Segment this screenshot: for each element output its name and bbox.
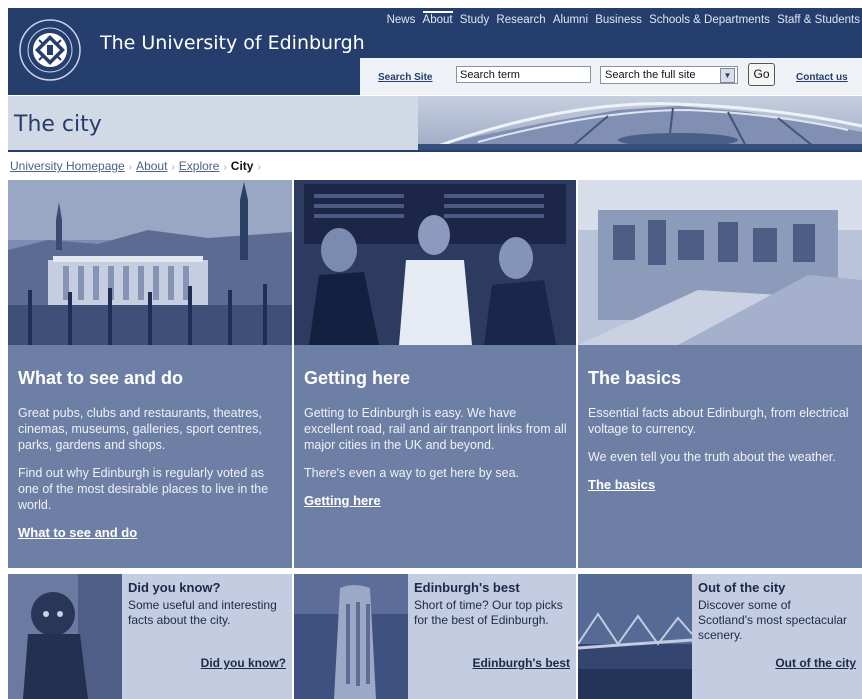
panel-paragraph: Great pubs, clubs and restaurants, theat… [18,406,262,452]
panel-paragraph: Essential facts about Edinburgh, from el… [588,406,849,436]
breadcrumb-current: City [230,159,254,173]
university-crest-icon[interactable] [18,18,82,82]
nav-news[interactable]: News [387,14,416,26]
did-you-know-link[interactable]: Did you know? [201,656,286,670]
panel-getting-here: Getting here Getting to Edinburgh is eas… [294,180,576,568]
chevron-down-icon[interactable]: ▼ [720,68,735,83]
breadcrumb: University Homepage › About › Explore › City › [10,159,265,173]
search-input[interactable] [456,66,591,83]
nav-staff-students[interactable]: Staff & Students [777,14,860,26]
tile-did-you-know: Did you know? Some useful and interestin… [8,574,292,699]
tile-description: Some useful and interesting facts about … [128,598,277,627]
panel-paragraph: We even tell you the truth about the wea… [588,450,836,464]
panel-title: What to see and do [18,368,184,388]
panel-title: The basics [588,368,682,388]
panel-title: Getting here [304,368,411,388]
nav-schools-departments[interactable]: Schools & Departments [649,14,770,26]
search-bar: Search Site Search the full site ▼ Go Co… [360,58,862,95]
nav-alumni[interactable]: Alumni [553,14,588,26]
city-skyline-photo[interactable] [8,180,292,345]
breadcrumb-separator: › [128,162,133,173]
page-title: The city [14,112,102,137]
breadcrumb-separator: › [171,162,175,173]
parliament-building-photo[interactable] [578,180,862,345]
what-to-see-link[interactable]: What to see and do [18,525,137,540]
nav-business[interactable]: Business [595,14,642,26]
greyfriars-bobby-photo[interactable] [8,574,122,699]
search-scope-select[interactable]: Search the full site ▼ [600,66,738,84]
panel-the-basics: The basics Essential facts about Edinbur… [578,180,862,568]
getting-here-link[interactable]: Getting here [304,493,381,508]
panel-body: Getting to Edinburgh is easy. We have ex… [304,405,568,509]
tile-description: Discover some of Scotland's most spectac… [698,598,848,642]
panel-body: Great pubs, clubs and restaurants, theat… [18,405,284,541]
top-navigation: News About Study Research Alumni Busines… [383,11,860,26]
breadcrumb-about[interactable]: About [136,159,167,173]
the-basics-link[interactable]: The basics [588,477,655,492]
tower-building-photo[interactable] [294,574,408,699]
breadcrumb-explore[interactable]: Explore [179,159,220,173]
tile-out-of-the-city: Out of the city Discover some of Scotlan… [578,574,862,699]
page-banner: The city [8,96,862,150]
site-header: The University of Edinburgh News About S… [8,8,862,95]
banner-image [418,96,862,150]
panel-body: Essential facts about Edinburgh, from el… [588,405,854,493]
tile-edinburghs-best: Edinburgh's best Short of time? Our top … [294,574,576,699]
forth-bridge-photo[interactable] [578,574,692,699]
panel-paragraph: There's even a way to get here by sea. [304,466,520,480]
panel-paragraph: Getting to Edinburgh is easy. We have ex… [304,406,567,452]
go-button[interactable]: Go [748,63,775,86]
tile-title: Did you know? [128,580,221,595]
out-of-the-city-link[interactable]: Out of the city [775,656,856,670]
edinburghs-best-link[interactable]: Edinburgh's best [472,656,570,670]
university-name[interactable]: The University of Edinburgh [100,32,365,54]
breadcrumb-university-homepage[interactable]: University Homepage [10,159,125,173]
tile-title: Edinburgh's best [414,580,520,595]
banner-divider [8,150,862,152]
nav-research[interactable]: Research [496,14,545,26]
panel-paragraph: Find out why Edinburgh is regularly vote… [18,466,269,512]
nav-about[interactable]: About [422,11,453,26]
contact-us-link[interactable]: Contact us [796,72,848,83]
tile-description: Short of time? Our top picks for the bes… [414,598,563,627]
breadcrumb-separator: › [257,162,261,173]
panel-what-to-see: What to see and do Great pubs, clubs and… [8,180,292,568]
search-scope-value: Search the full site [605,69,696,81]
travellers-photo[interactable] [294,180,576,345]
search-site-link[interactable]: Search Site [378,72,432,83]
tile-title: Out of the city [698,580,786,595]
nav-study[interactable]: Study [460,14,489,26]
breadcrumb-separator: › [223,162,227,173]
